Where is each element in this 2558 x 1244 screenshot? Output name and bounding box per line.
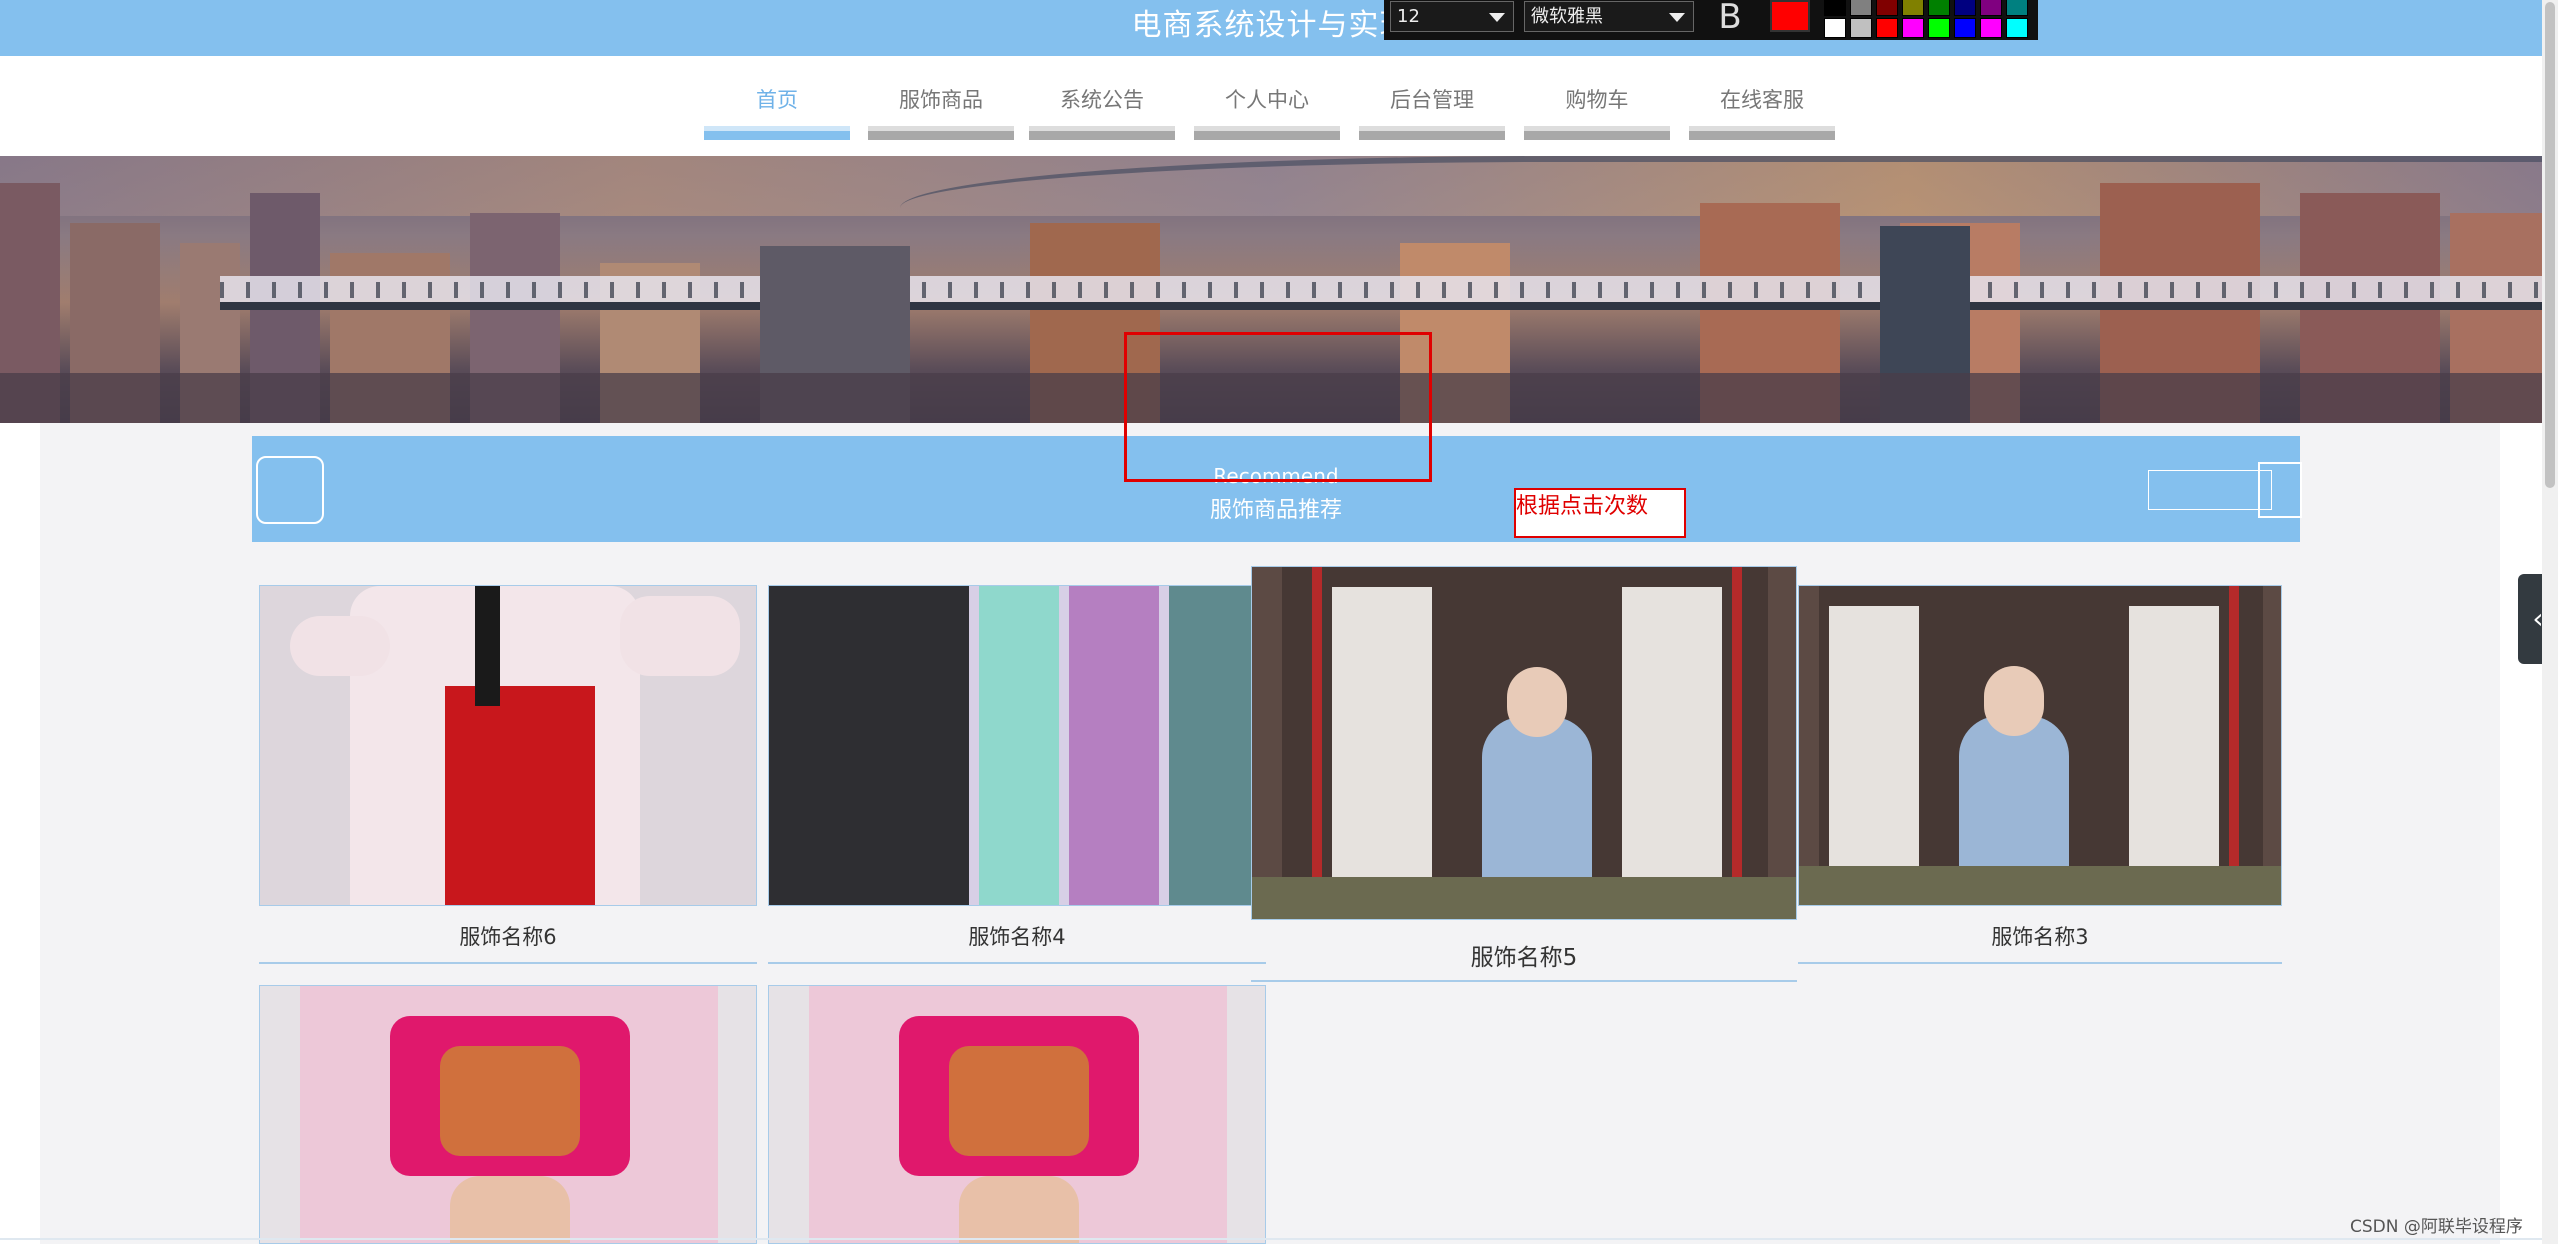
page: 电商系统设计与实现 12 微软雅黑 B 首页 服饰商品 系统公告 个人中心 后台… [0,0,2558,1244]
color-swatch[interactable] [1850,0,1872,16]
color-swatch[interactable] [1824,18,1846,38]
nav-item-products[interactable]: 服饰商品 [868,78,1014,140]
color-swatch[interactable] [1876,18,1898,38]
nav-item-label: 系统公告 [1060,88,1144,112]
color-swatch[interactable] [1980,0,2002,16]
font-size-value: 12 [1397,6,1420,27]
color-palette [1824,0,2036,38]
nav-item-home[interactable]: 首页 [704,78,850,140]
font-family-value: 微软雅黑 [1531,6,1603,27]
nav-item-cart[interactable]: 购物车 [1524,78,1670,140]
product-card[interactable]: 服饰名称4 [768,585,1266,965]
nav-item-label: 后台管理 [1390,88,1474,112]
site-title: 电商系统设计与实现 [1131,8,1411,43]
product-name[interactable]: 服饰名称3 [1798,921,2282,951]
product-card[interactable] [259,985,757,1244]
chevron-down-icon [1489,13,1505,22]
product-name[interactable]: 服饰名称6 [259,921,757,951]
chevron-down-icon [1669,13,1685,22]
scrollbar[interactable] [2542,0,2558,1244]
color-swatch[interactable] [1850,18,1872,38]
nav-item-label: 首页 [756,88,798,112]
color-swatch[interactable] [1928,18,1950,38]
color-swatch[interactable] [2006,0,2028,16]
product-card[interactable]: 服饰名称6 [259,585,757,965]
color-swatch[interactable] [1902,0,1924,16]
nav-item-admin[interactable]: 后台管理 [1359,78,1505,140]
color-swatch[interactable] [1980,18,2002,38]
annotation-rectangle [1124,332,1432,482]
main-nav: 首页 服饰商品 系统公告 个人中心 后台管理 购物车 在线客服 [0,78,2542,142]
bold-button[interactable]: B [1710,0,1750,34]
product-name[interactable]: 服饰名称5 [1251,938,1797,972]
nav-item-label: 个人中心 [1225,88,1309,112]
color-swatch[interactable] [1902,18,1924,38]
product-name[interactable]: 服饰名称4 [768,921,1266,951]
watermark-text: CSDN @阿联毕设程序 [2350,1217,2523,1237]
font-family-select[interactable]: 微软雅黑 [1524,1,1694,32]
nav-item-profile[interactable]: 个人中心 [1194,78,1340,140]
nav-item-label: 服饰商品 [899,88,983,112]
annotation-text-box[interactable]: 根据点击次数 [1514,488,1686,538]
header-bar: 电商系统设计与实现 [0,0,2542,56]
scrollbar-thumb[interactable] [2545,2,2555,488]
decorative-frame [2258,462,2302,518]
product-image[interactable] [259,985,757,1244]
product-card[interactable]: 服饰名称3 [1798,585,2282,965]
current-color-swatch[interactable] [1770,0,1810,32]
product-image[interactable] [1798,585,2282,906]
product-image[interactable] [1251,566,1797,920]
decorative-frame [2148,470,2272,510]
nav-item-support[interactable]: 在线客服 [1689,78,1835,140]
recommend-title-zh: 服饰商品推荐 [1209,498,1342,523]
product-image[interactable] [768,985,1266,1244]
color-swatch[interactable] [1928,0,1950,16]
product-card[interactable]: 服饰名称5 [1251,566,1797,984]
product-image[interactable] [768,585,1266,906]
color-swatch[interactable] [1954,0,1976,16]
color-swatch[interactable] [1876,0,1898,16]
color-swatch[interactable] [2006,18,2028,38]
color-swatch[interactable] [1954,18,1976,38]
nav-item-announcements[interactable]: 系统公告 [1029,78,1175,140]
nav-item-label: 购物车 [1565,88,1629,112]
product-card[interactable] [768,985,1266,1244]
nav-item-label: 在线客服 [1720,88,1804,112]
color-swatch[interactable] [1824,0,1846,16]
font-size-select[interactable]: 12 [1390,1,1514,32]
text-editor-toolbar: 12 微软雅黑 B [1384,0,2038,40]
product-image[interactable] [259,585,757,906]
